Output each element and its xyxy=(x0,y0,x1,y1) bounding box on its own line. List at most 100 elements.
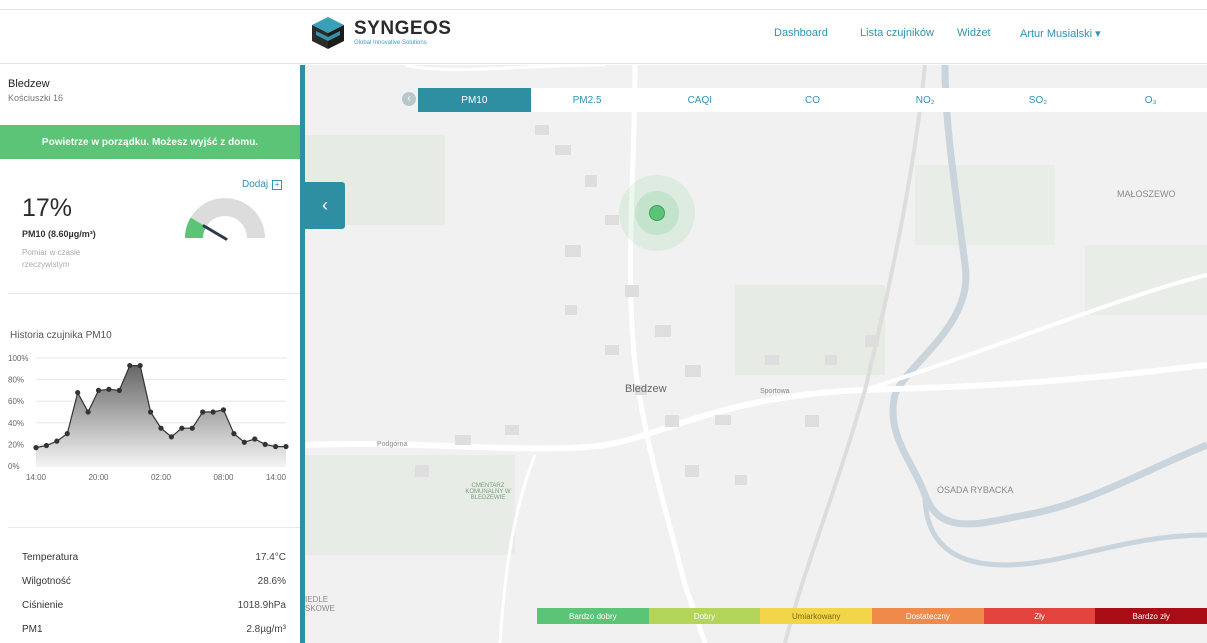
chart-x-tick: 14:00 xyxy=(266,473,287,482)
map-label: IEDLE SKOWE xyxy=(305,595,335,613)
chart-point[interactable] xyxy=(189,425,195,431)
nav-user-menu[interactable]: Artur Musialski ▾ xyxy=(1020,27,1101,40)
map-label: Podgórna xyxy=(377,441,408,448)
map-label: MAŁOSZEWO xyxy=(1117,189,1176,199)
legend-good: Dobry xyxy=(648,608,761,624)
chart-point[interactable] xyxy=(127,362,133,369)
chart-area xyxy=(36,365,286,466)
stat-label: Wilgotność xyxy=(22,575,71,587)
chart-y-tick: 60% xyxy=(8,397,24,406)
chart-point[interactable] xyxy=(241,439,247,445)
add-label: Dodaj xyxy=(242,179,269,190)
location-block: Bledzew Kościuszki 16 xyxy=(8,78,63,103)
chart-x-tick: 08:00 xyxy=(213,473,234,482)
chart-point[interactable] xyxy=(106,386,112,392)
chart-point[interactable] xyxy=(33,445,39,451)
chart-point[interactable] xyxy=(75,389,81,396)
chart-point[interactable] xyxy=(272,443,279,450)
chart-point[interactable] xyxy=(64,431,70,437)
pollutant-tabs: PM10 PM2.5 CAQI CO NO₂ SO₂ O₃ xyxy=(418,88,1207,112)
chart-point[interactable] xyxy=(95,387,102,393)
syngeos-logo-icon xyxy=(312,17,344,49)
air-quality-percent: 17% xyxy=(22,194,73,222)
chart-point[interactable] xyxy=(283,443,289,450)
stat-value: 17.4°C xyxy=(255,551,286,563)
map-label: Sportowa xyxy=(760,388,790,395)
chart-point[interactable] xyxy=(147,409,154,415)
nav-dashboard[interactable]: Dashboard xyxy=(774,27,828,39)
syngeos-logo[interactable]: SYNGEOS Global Innovative Solutions xyxy=(308,14,451,52)
chart-y-tick: 20% xyxy=(8,440,24,449)
chart-x-tick: 20:00 xyxy=(88,473,109,482)
map-label: CMENTARZ KOMUNALNY W BLEDZEWIE xyxy=(465,483,511,501)
chart-y-tick: 40% xyxy=(8,419,24,428)
legend-very-bad: Bardzo zły xyxy=(1095,608,1207,624)
sensor-sidebar: Bledzew Kościuszki 16 Powietrze w porząd… xyxy=(0,65,300,643)
tab-no2[interactable]: NO₂ xyxy=(869,88,982,112)
chart-point[interactable] xyxy=(200,409,206,415)
add-button[interactable]: Dodaj + xyxy=(242,179,283,190)
location-name: Bledzew xyxy=(8,78,50,90)
tab-pm25[interactable]: PM2.5 xyxy=(531,88,644,112)
chart-point[interactable] xyxy=(116,387,122,393)
tab-co[interactable]: CO xyxy=(756,88,869,112)
location-address: Kościuszki 16 xyxy=(8,93,64,103)
chart-y-tick: 100% xyxy=(8,354,28,363)
map-canvas[interactable] xyxy=(305,65,1207,643)
stat-label: PM1 xyxy=(22,623,43,635)
section-divider xyxy=(8,293,300,294)
chart-point[interactable] xyxy=(168,434,175,440)
legend-sufficient: Dostateczny xyxy=(872,608,984,624)
chart-x-tick: 14:00 xyxy=(26,473,47,482)
chart-point[interactable] xyxy=(43,442,50,449)
pm10-history-chart: 0% 20% 40% 60% 80% 100% 14:00 20:00 02:00 08:00 1… xyxy=(8,354,289,482)
stat-row-pm1: PM1 2.8µg/m³ xyxy=(22,617,286,641)
nav-widget[interactable]: Widżet xyxy=(957,27,991,39)
collapse-sidebar-button[interactable]: ‹ xyxy=(305,182,345,229)
chart-x-tick: 02:00 xyxy=(151,473,172,482)
chart-point[interactable] xyxy=(231,431,237,437)
air-quality-legend: Bardzo dobry Dobry Umiarkowany Dostatecz… xyxy=(537,608,1207,624)
tab-caqi[interactable]: CAQI xyxy=(643,88,756,112)
chart-point[interactable] xyxy=(137,362,143,369)
chart-point[interactable] xyxy=(220,407,227,413)
air-status-banner: Powietrze w porządku. Możesz wyjść z dom… xyxy=(0,125,300,159)
map-view[interactable]: Bledzew MAŁOSZEWO OSADA RYBACKA Sportowa… xyxy=(305,65,1207,643)
nav-sensor-list[interactable]: Lista czujników xyxy=(860,27,934,39)
sensor-marker[interactable] xyxy=(649,205,665,221)
chart-point[interactable] xyxy=(85,409,91,415)
tab-so2[interactable]: SO₂ xyxy=(982,88,1095,112)
tab-o3[interactable]: O₃ xyxy=(1094,88,1207,112)
chart-point[interactable] xyxy=(54,438,60,444)
tabs-prev-icon[interactable]: ‹ xyxy=(402,92,416,106)
plus-icon: + xyxy=(272,179,283,190)
stat-label: Ciśnienie xyxy=(22,599,64,611)
section-divider xyxy=(8,527,300,528)
map-town-label: Bledzew xyxy=(625,383,667,395)
stat-row-pressure: Ciśnienie 1018.9hPa xyxy=(22,593,286,617)
chart-point[interactable] xyxy=(158,425,164,431)
pm-measurement: PM10 (8.60µg/m³) xyxy=(22,229,96,239)
chart-point[interactable] xyxy=(179,425,185,431)
chevron-left-icon: ‹ xyxy=(322,195,328,215)
chart-y-tick: 80% xyxy=(8,376,24,385)
air-quality-gauge xyxy=(185,198,265,241)
logo-tagline: Global Innovative Solutions xyxy=(354,40,427,46)
stat-value: 28.6% xyxy=(257,575,286,587)
stat-row-humidity: Wilgotność 28.6% xyxy=(22,569,286,593)
stat-value: 2.8µg/m³ xyxy=(246,623,286,635)
legend-bad: Zły xyxy=(983,608,1096,624)
tab-pm10[interactable]: PM10 xyxy=(418,88,531,112)
chart-y-tick: 0% xyxy=(8,462,20,471)
history-title: Historia czujnika PM10 xyxy=(10,330,112,341)
realtime-note: Pomiar w czasie rzeczywistym xyxy=(22,248,81,269)
header-top-line xyxy=(0,9,1207,10)
chart-point[interactable] xyxy=(210,409,216,415)
stat-value: 1018.9hPa xyxy=(237,599,286,611)
stat-row-temperature: Temperatura 17.4°C xyxy=(22,545,286,569)
chart-point[interactable] xyxy=(252,436,258,442)
logo-text: SYNGEOS Global Innovative Solutions xyxy=(354,19,451,47)
map-label: OSADA RYBACKA xyxy=(937,485,1014,495)
chart-point[interactable] xyxy=(262,441,268,447)
sensor-stats: Temperatura 17.4°C Wilgotność 28.6% Ciśn… xyxy=(22,545,286,641)
